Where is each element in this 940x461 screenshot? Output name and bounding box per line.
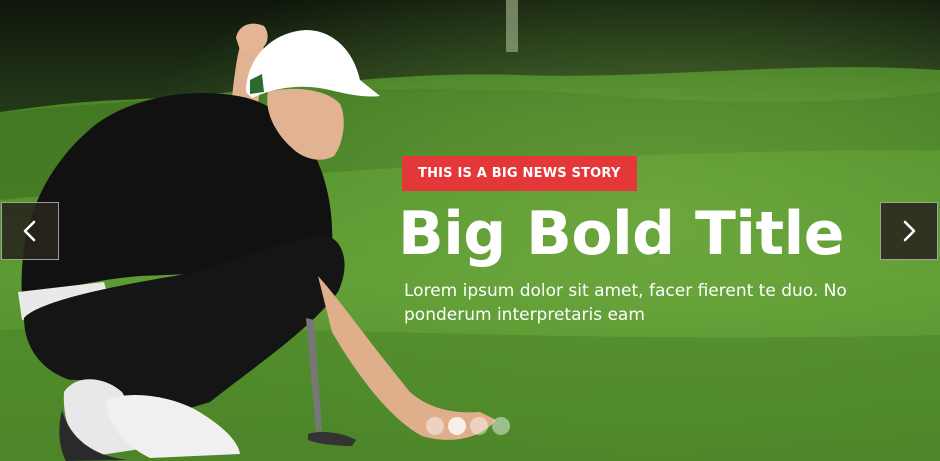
next-slide-button[interactable] [880, 202, 938, 260]
news-tag[interactable]: THIS IS A BIG NEWS STORY [402, 156, 637, 191]
pagination-dot-4[interactable] [492, 417, 510, 435]
slide-description: Lorem ipsum dolor sit amet, facer fieren… [404, 281, 847, 325]
slide-caption: THIS IS A BIG NEWS STORY Big Bold Title … [398, 156, 898, 327]
chevron-right-icon [903, 220, 916, 242]
slide-title: Big Bold Title [398, 199, 844, 269]
pagination-dot-1[interactable] [426, 417, 444, 435]
pagination-dot-2[interactable] [448, 417, 466, 435]
slide-pagination [426, 417, 510, 435]
pagination-dot-3[interactable] [470, 417, 488, 435]
prev-slide-button[interactable] [1, 202, 59, 260]
chevron-left-icon [23, 220, 36, 242]
hero-slider: THIS IS A BIG NEWS STORY Big Bold Title … [0, 0, 940, 461]
